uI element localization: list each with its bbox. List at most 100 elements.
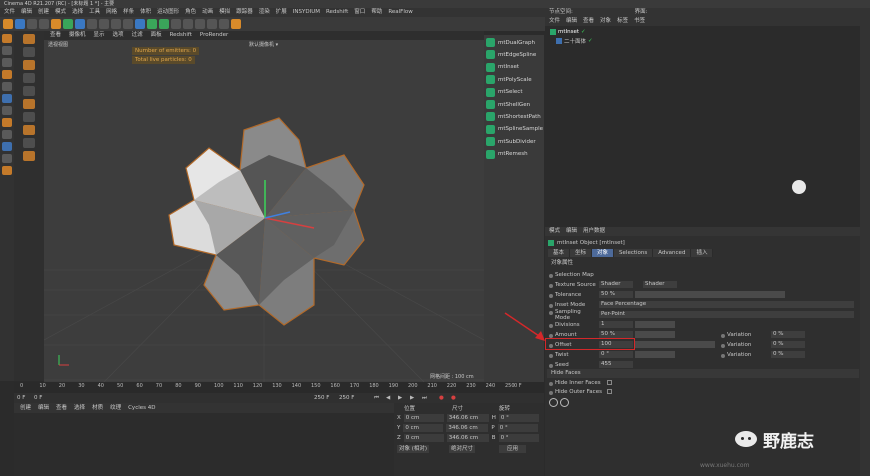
param-slider[interactable] [635, 341, 715, 348]
light-icon[interactable] [219, 19, 229, 29]
magnet-icon[interactable] [23, 125, 35, 135]
render-icon[interactable] [111, 19, 121, 29]
param-row[interactable]: Texture Source Shader Shader [547, 280, 859, 289]
size-field[interactable]: 346.06 cm [446, 433, 489, 442]
param-row[interactable]: Tolerance 50 % [547, 290, 859, 299]
param-value-field[interactable]: Shader [599, 281, 633, 288]
extrude-icon[interactable] [23, 99, 35, 109]
tweak-icon[interactable] [2, 166, 12, 175]
menu-item[interactable]: Redshift [326, 8, 348, 17]
reset-icon[interactable] [560, 398, 569, 407]
param-value-field[interactable]: 0 ° [599, 351, 633, 358]
param-row[interactable]: Divisions 1 [547, 320, 859, 329]
viewport-menu-item[interactable]: Redshift [170, 31, 192, 40]
paint-icon[interactable] [23, 151, 35, 161]
menu-item[interactable]: 渲染 [259, 8, 270, 17]
param-slider[interactable] [635, 291, 785, 298]
param-row[interactable]: Selection Map [547, 270, 859, 279]
material-menu-item[interactable]: Cycles 4D [128, 403, 155, 413]
z-axis-icon[interactable] [75, 19, 85, 29]
visible-check-icon[interactable]: ✓ [588, 38, 593, 44]
prev-frame-icon[interactable]: ◀ [386, 393, 390, 403]
hide-faces-section[interactable]: Hide Faces [547, 369, 859, 378]
select-tool-icon[interactable] [23, 34, 35, 44]
viewport-menu-item[interactable]: 摄像机 [69, 31, 86, 40]
camera-icon[interactable] [207, 19, 217, 29]
rotation-field[interactable]: 0 ° [498, 413, 539, 422]
rotate-tool-icon[interactable] [39, 19, 49, 29]
material-area[interactable] [14, 413, 394, 476]
object-menu-item[interactable]: 编辑 [566, 17, 577, 26]
param-row[interactable]: Twist 0 ° Variation 0 % [547, 350, 859, 359]
apply-button[interactable]: 应用 [499, 445, 527, 453]
param-value-field[interactable]: 50 % [599, 291, 633, 298]
param-row[interactable]: Sampling Mode Per-Point [547, 309, 859, 321]
param-extra-field[interactable]: Shader [643, 281, 677, 288]
play-icon[interactable]: ▶ [398, 393, 402, 403]
attribute-menu-item[interactable]: 用户数据 [583, 227, 605, 236]
viewport-menu-item[interactable]: 选项 [113, 31, 124, 40]
plugin-mtSplineSample[interactable]: mtSplineSample [486, 124, 543, 135]
viewport-menu-item[interactable]: 查看 [50, 31, 61, 40]
position-field[interactable]: 0 cm [403, 423, 444, 432]
menu-item[interactable]: 创建 [38, 8, 49, 17]
cloner-icon[interactable] [171, 19, 181, 29]
object-item-mtinset[interactable]: mtInset ✓ [550, 29, 586, 35]
subdivision-icon[interactable] [159, 19, 169, 29]
plugin-mtSubDivider[interactable]: mtSubDivider [486, 136, 542, 147]
render-view-icon[interactable] [99, 19, 109, 29]
plugin-mtSelect[interactable]: mtSelect [486, 87, 542, 98]
menu-item[interactable]: 模式 [55, 8, 66, 17]
tab-2[interactable]: 对象 [592, 249, 615, 257]
param-value-field[interactable]: 50 % [599, 331, 633, 338]
weld-icon[interactable] [23, 138, 35, 148]
variation-field[interactable]: 0 % [771, 341, 805, 348]
bevel-icon[interactable] [23, 86, 35, 96]
current-frame-field[interactable]: 0 F [34, 393, 42, 403]
hide-outer-faces-row[interactable]: Hide Outer Faces [547, 387, 859, 396]
bridge-icon[interactable] [23, 112, 35, 122]
param-slider[interactable] [635, 331, 675, 338]
viewport-menu-item[interactable]: 面板 [151, 31, 162, 40]
material-menu-item[interactable]: 纹理 [110, 403, 121, 413]
tab-0[interactable]: 基本 [548, 249, 571, 257]
plugin-mtDualGraph[interactable]: mtDualGraph [486, 37, 542, 48]
viewport-menu-item[interactable]: ProRender [200, 31, 228, 40]
cube-icon[interactable] [135, 19, 145, 29]
hide-inner-faces-row[interactable]: Hide Inner Faces [547, 378, 859, 387]
menu-item[interactable]: 模拟 [219, 8, 230, 17]
plugin-mtRemesh[interactable]: mtRemesh [486, 149, 542, 160]
render-settings-icon[interactable] [123, 19, 133, 29]
material-menu-item[interactable]: 创建 [20, 403, 31, 413]
sculpt-icon[interactable] [2, 118, 12, 127]
object-menu-item[interactable]: 书签 [634, 17, 645, 26]
next-frame-icon[interactable]: ▶ [410, 393, 414, 403]
move-tool-icon[interactable] [15, 19, 25, 29]
right-sidebar-tabs[interactable] [860, 17, 870, 476]
menu-item[interactable]: 角色 [185, 8, 196, 17]
menu-item[interactable]: 窗口 [354, 8, 365, 17]
help-icon[interactable] [549, 398, 558, 407]
y-axis-icon[interactable] [63, 19, 73, 29]
menu-item[interactable]: 扩展 [276, 8, 287, 17]
points-mode-icon[interactable] [2, 46, 12, 55]
size-field[interactable]: 346.06 cm [446, 413, 489, 422]
position-field[interactable]: 0 cm [403, 433, 444, 442]
floor-icon[interactable] [195, 19, 205, 29]
workplane-icon[interactable] [2, 142, 12, 151]
hide-outer-checkbox[interactable] [607, 389, 612, 394]
plugin-mtShortestPath[interactable]: mtShortestPath [486, 111, 542, 122]
param-value-field[interactable]: Face Percentage [599, 301, 854, 308]
rotation-field[interactable]: 0 ° [498, 433, 539, 442]
menu-item[interactable]: 运动图形 [157, 8, 179, 17]
brush-icon[interactable] [23, 60, 35, 70]
tab-4[interactable]: Advanced [653, 249, 692, 257]
object-menu-item[interactable]: 标签 [617, 17, 628, 26]
tab-5[interactable]: 插入 [691, 249, 714, 257]
variation-field[interactable]: 0 % [771, 331, 805, 338]
menu-item[interactable]: 帮助 [371, 8, 382, 17]
menu-item[interactable]: 文件 [4, 8, 15, 17]
live-select-icon[interactable] [23, 47, 35, 57]
menu-item[interactable]: 工具 [89, 8, 100, 17]
object-item-icosahedron[interactable]: 二十面体 ✓ [556, 37, 593, 45]
